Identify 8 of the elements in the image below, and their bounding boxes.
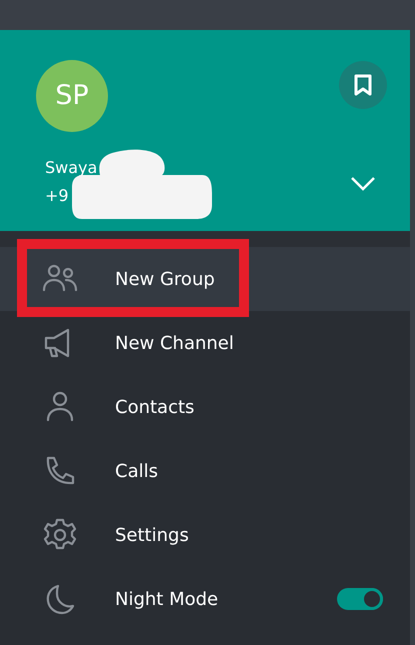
chevron-down-icon[interactable] [350, 176, 376, 192]
menu-item[interactable]: New Group [0, 247, 410, 311]
toggle-switch[interactable] [337, 588, 383, 610]
bookmark-icon [354, 74, 372, 96]
settings-icon [42, 518, 78, 552]
phone-number: +9 [45, 186, 69, 206]
saved-messages-button[interactable] [339, 61, 387, 109]
profile-name: Swaya [45, 158, 98, 178]
